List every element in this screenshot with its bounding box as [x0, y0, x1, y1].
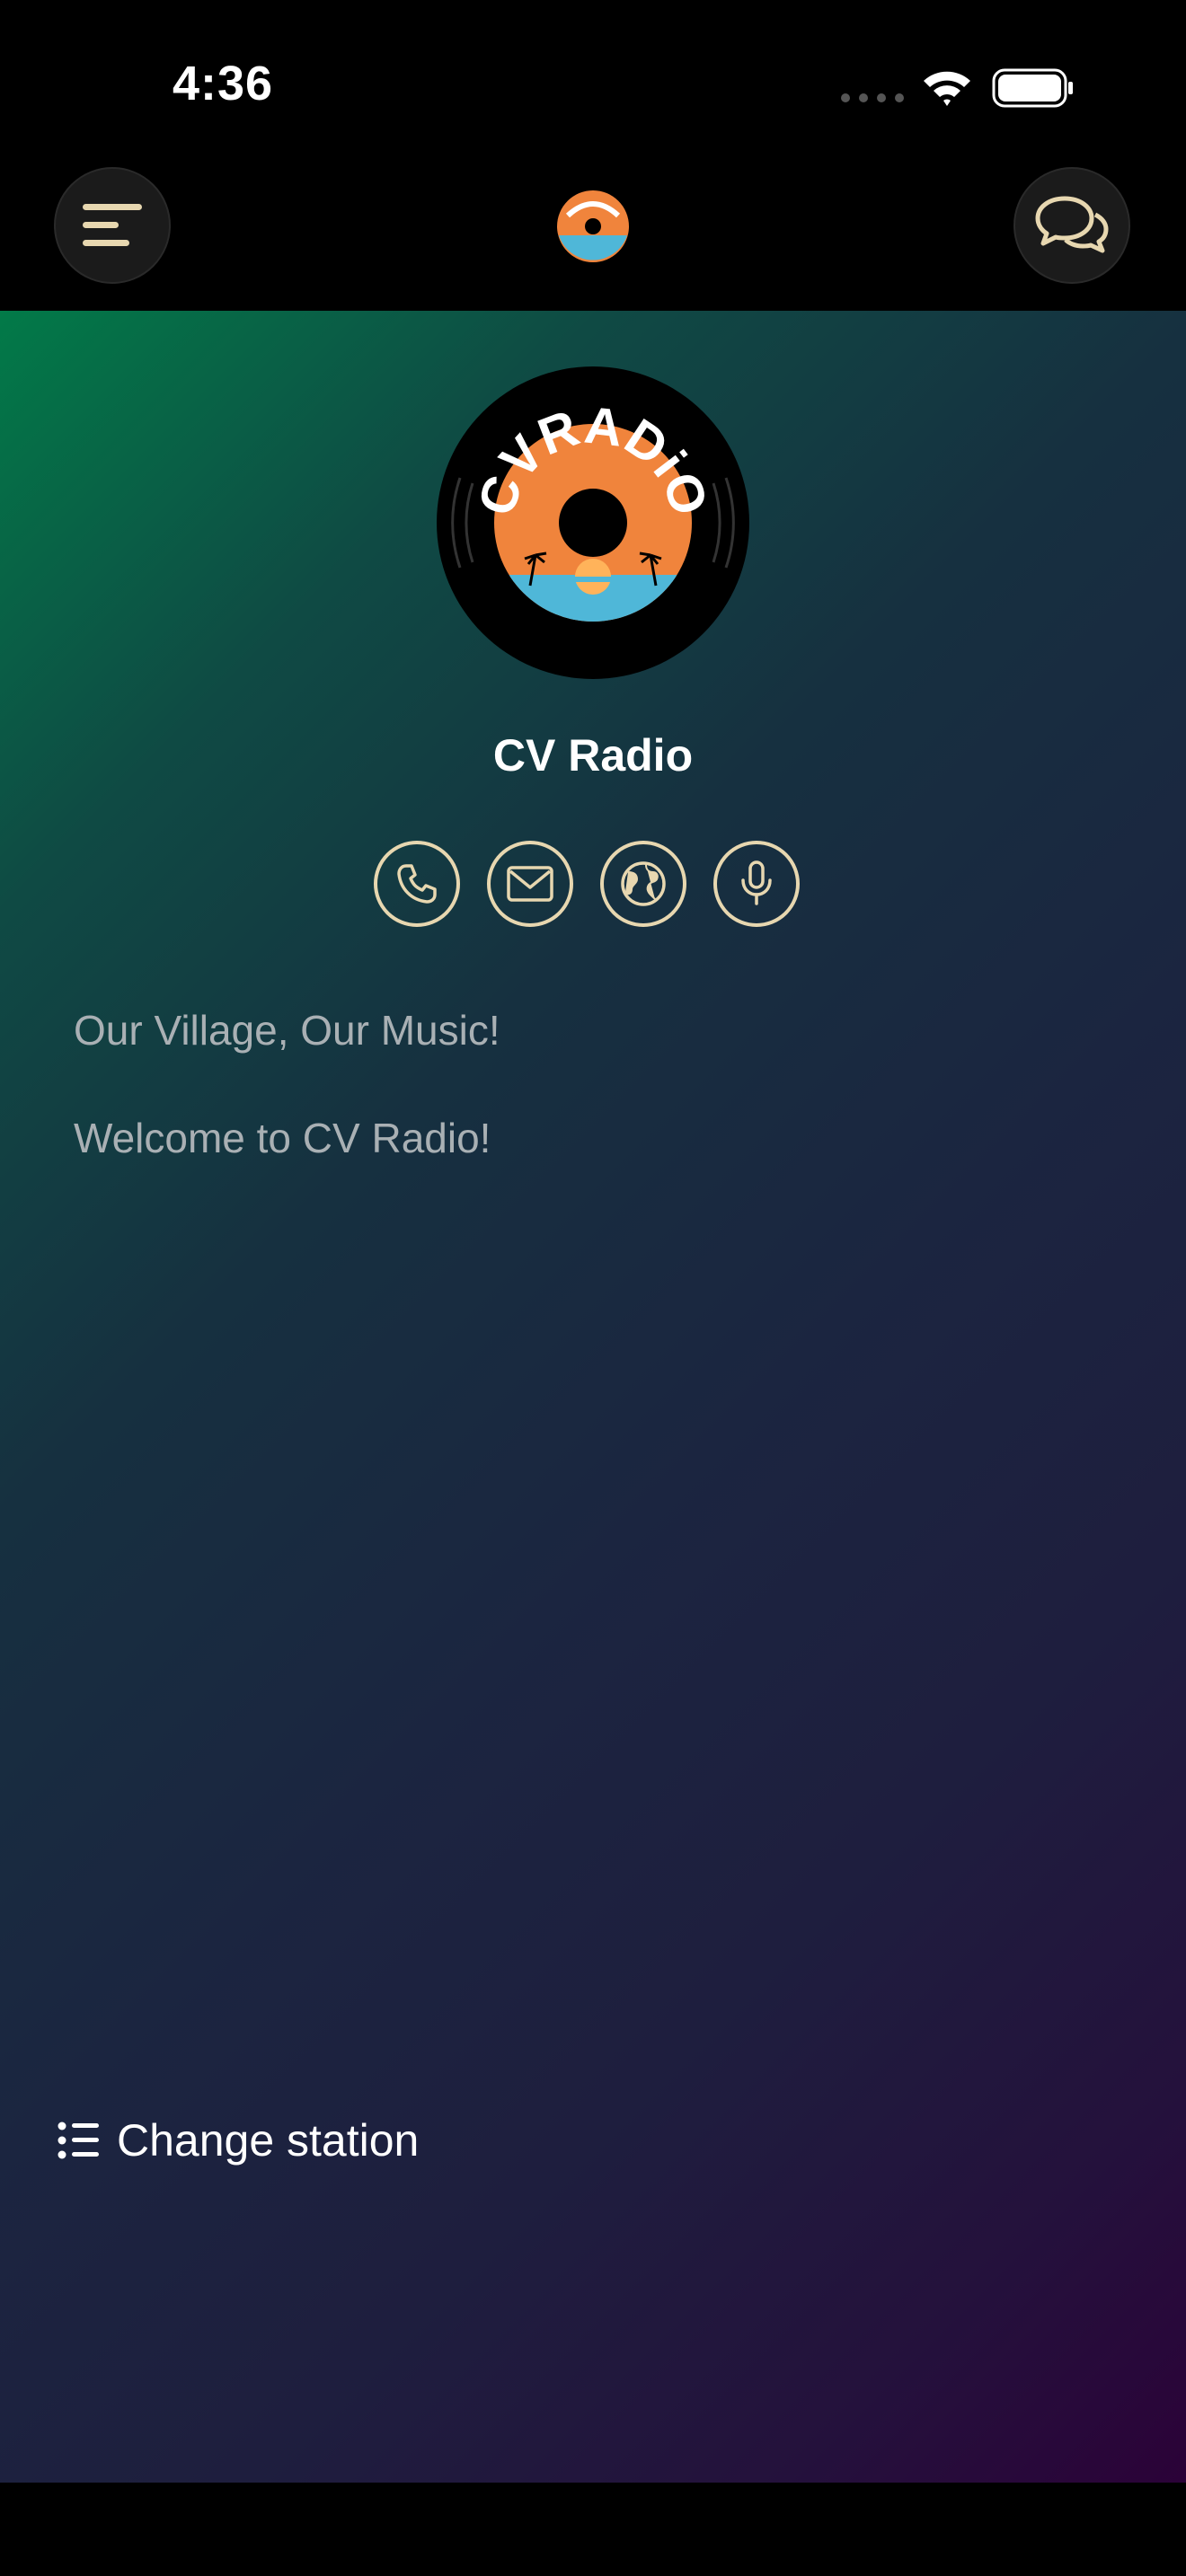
microphone-icon — [741, 860, 772, 905]
change-station-button[interactable]: Change station — [58, 2114, 419, 2166]
phone-icon — [397, 864, 437, 904]
call-button[interactable] — [374, 841, 460, 927]
battery-icon — [992, 68, 1073, 108]
globe-icon — [621, 861, 666, 906]
contact-actions — [374, 841, 800, 927]
status-bar: 4:36 — [0, 0, 1186, 162]
email-button[interactable] — [487, 841, 573, 927]
chat-button[interactable] — [1013, 167, 1130, 284]
station-slogan: Our Village, Our Music! — [74, 1007, 500, 1054]
menu-button[interactable] — [54, 167, 171, 284]
cellular-signal-icon — [841, 93, 904, 102]
list-icon — [58, 2122, 99, 2159]
station-logo-small[interactable] — [555, 189, 631, 264]
menu-lines-icon — [83, 204, 142, 246]
website-button[interactable] — [600, 841, 686, 927]
station-logo-record: CVRADiO — [437, 366, 749, 679]
change-station-label: Change station — [117, 2115, 420, 2166]
bottom-safe-area — [0, 2483, 1186, 2576]
record-message-button[interactable] — [713, 841, 800, 927]
wifi-icon — [924, 71, 970, 106]
station-title: CV Radio — [492, 730, 694, 781]
chat-bubbles-icon — [1035, 196, 1109, 253]
status-time: 4:36 — [173, 57, 274, 110]
mail-icon — [507, 866, 553, 902]
welcome-text: Welcome to CV Radio! — [74, 1115, 491, 1161]
